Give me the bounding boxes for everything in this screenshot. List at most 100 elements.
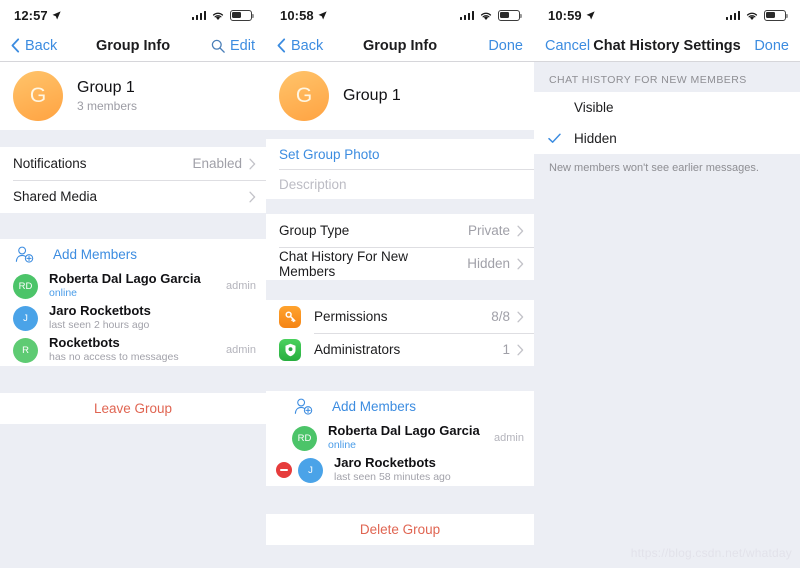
- chevron-right-icon: [517, 311, 524, 322]
- member-avatar: J: [298, 457, 323, 483]
- status-bar-1: 12:57: [0, 0, 266, 30]
- wifi-icon: [212, 12, 224, 20]
- member-status: has no access to messages: [49, 351, 179, 364]
- member-row[interactable]: J Jaro Rocketbots last seen 58 minutes a…: [266, 454, 534, 486]
- member-name: Jaro Rocketbots: [49, 303, 151, 319]
- avatar-initial: G: [29, 84, 47, 107]
- chevron-left-icon: [277, 38, 286, 53]
- status-bar-3: 10:59: [534, 0, 800, 30]
- option-hidden[interactable]: Hidden: [534, 123, 800, 154]
- member-badge: admin: [494, 432, 524, 444]
- member-row[interactable]: RD Roberta Dal Lago Garcia online admin: [266, 422, 534, 454]
- remove-member-button[interactable]: [276, 462, 292, 478]
- checkmark-icon: [548, 133, 566, 144]
- nav-bar-1: Back Group Info Edit: [0, 30, 266, 62]
- member-name: Rocketbots: [49, 335, 120, 351]
- battery-icon: [230, 9, 255, 21]
- member-badge: admin: [226, 280, 256, 292]
- status-bar-2: 10:58: [266, 0, 534, 30]
- back-button-1[interactable]: Back: [11, 38, 57, 54]
- leave-group-label: Leave Group: [93, 401, 173, 416]
- status-indicators-2: [459, 9, 523, 21]
- done-button-2[interactable]: Done: [488, 38, 523, 54]
- nav-actions-1: Edit: [211, 38, 255, 54]
- set-group-photo-label: Set Group Photo: [279, 146, 380, 162]
- search-icon[interactable]: [211, 39, 225, 53]
- add-member-icon: [294, 398, 313, 415]
- settings-row-permissions[interactable]: Permissions 8/8: [266, 300, 534, 333]
- member-initials: J: [23, 312, 28, 324]
- back-label-1: Back: [25, 37, 58, 54]
- group-settings-card: Group Type Private Chat History For New …: [266, 214, 534, 280]
- section-gap: [266, 130, 534, 139]
- delete-group-button[interactable]: Delete Group: [266, 514, 534, 545]
- member-row[interactable]: J Jaro Rocketbots last seen 2 hours ago: [0, 302, 266, 334]
- back-button-2[interactable]: Back: [277, 38, 323, 54]
- location-arrow-icon: [586, 10, 595, 19]
- battery-icon: [764, 9, 789, 21]
- back-label-2: Back: [291, 37, 324, 54]
- member-avatar: RD: [292, 425, 317, 451]
- panel-group-info-edit: 10:58 Back Group Info Done G Group 1 Set…: [266, 0, 534, 568]
- section-gap: [266, 199, 534, 214]
- section-gap: [266, 366, 534, 391]
- panel-chat-history-settings: 10:59 Cancel Chat History Settings Done: [534, 0, 800, 568]
- member-name: Roberta Dal Lago Garcia: [49, 271, 201, 287]
- settings-row-shared-media[interactable]: Shared Media: [0, 180, 266, 213]
- option-visible[interactable]: Visible: [534, 92, 800, 123]
- section-gap: [266, 545, 534, 565]
- watermark: https://blog.csdn.net/whatday: [630, 546, 792, 560]
- member-initials: R: [22, 344, 29, 356]
- chevron-right-icon: [517, 225, 524, 236]
- member-name: Jaro Rocketbots: [334, 455, 436, 471]
- group-name-field[interactable]: Group 1: [343, 87, 401, 105]
- add-members-button[interactable]: Add Members: [0, 239, 266, 270]
- group-header-1[interactable]: G Group 1 3 members: [0, 62, 266, 130]
- nav-bar-2: Back Group Info Done: [266, 30, 534, 62]
- avatar[interactable]: G: [279, 71, 329, 121]
- settings-row-label: Administrators: [314, 342, 401, 357]
- wifi-icon: [480, 12, 492, 20]
- battery-icon: [498, 9, 523, 21]
- done-label-3: Done: [754, 37, 789, 54]
- settings-row-administrators[interactable]: Administrators 1: [266, 333, 534, 366]
- member-name: Roberta Dal Lago Garcia: [328, 423, 480, 439]
- add-members-button[interactable]: Add Members: [266, 391, 534, 422]
- settings-row-label: Notifications: [13, 156, 87, 171]
- members-card-2: Add Members RD Roberta Dal Lago Garcia o…: [266, 391, 534, 486]
- section-gap: [0, 213, 266, 239]
- settings-row-chat-history[interactable]: Chat History For New Members Hidden: [266, 247, 534, 280]
- settings-row-label: Shared Media: [13, 189, 98, 204]
- cancel-button[interactable]: Cancel: [545, 38, 590, 54]
- settings-row-notifications[interactable]: Notifications Enabled: [0, 147, 266, 180]
- wifi-icon: [746, 12, 758, 20]
- chevron-right-icon: [517, 344, 524, 355]
- leave-group-button[interactable]: Leave Group: [0, 393, 266, 424]
- section-gap: [266, 486, 534, 514]
- add-member-icon: [15, 246, 34, 263]
- edit-button[interactable]: Edit: [230, 38, 255, 54]
- member-row[interactable]: R Rocketbots has no access to messages a…: [0, 334, 266, 366]
- group-meta-2: Group 1: [343, 87, 401, 105]
- description-input[interactable]: Description: [266, 169, 534, 199]
- settings-row-group-type[interactable]: Group Type Private: [266, 214, 534, 247]
- member-avatar: J: [13, 305, 38, 331]
- settings-row-value: Private: [467, 223, 510, 238]
- member-status: online: [49, 287, 78, 300]
- section-gap: [0, 130, 266, 147]
- member-row[interactable]: RD Roberta Dal Lago Garcia online admin: [0, 270, 266, 302]
- cellular-bars-icon: [725, 10, 740, 20]
- settings-row-label: Chat History For New Members: [279, 248, 409, 279]
- chevron-right-icon: [249, 158, 256, 169]
- done-button-3[interactable]: Done: [754, 38, 789, 54]
- settings-row-value: Hidden: [467, 256, 510, 271]
- set-group-photo-button[interactable]: Set Group Photo: [266, 139, 534, 169]
- member-text: Roberta Dal Lago Garcia online: [49, 271, 226, 301]
- member-status: last seen 58 minutes ago: [334, 471, 451, 484]
- settings-row-value: 8/8: [491, 309, 510, 324]
- option-label: Visible: [574, 100, 614, 115]
- photo-description-card: Set Group Photo Description: [266, 139, 534, 199]
- option-label: Hidden: [574, 131, 617, 146]
- section-gap: [0, 424, 266, 544]
- settings-row-value: Enabled: [192, 156, 242, 171]
